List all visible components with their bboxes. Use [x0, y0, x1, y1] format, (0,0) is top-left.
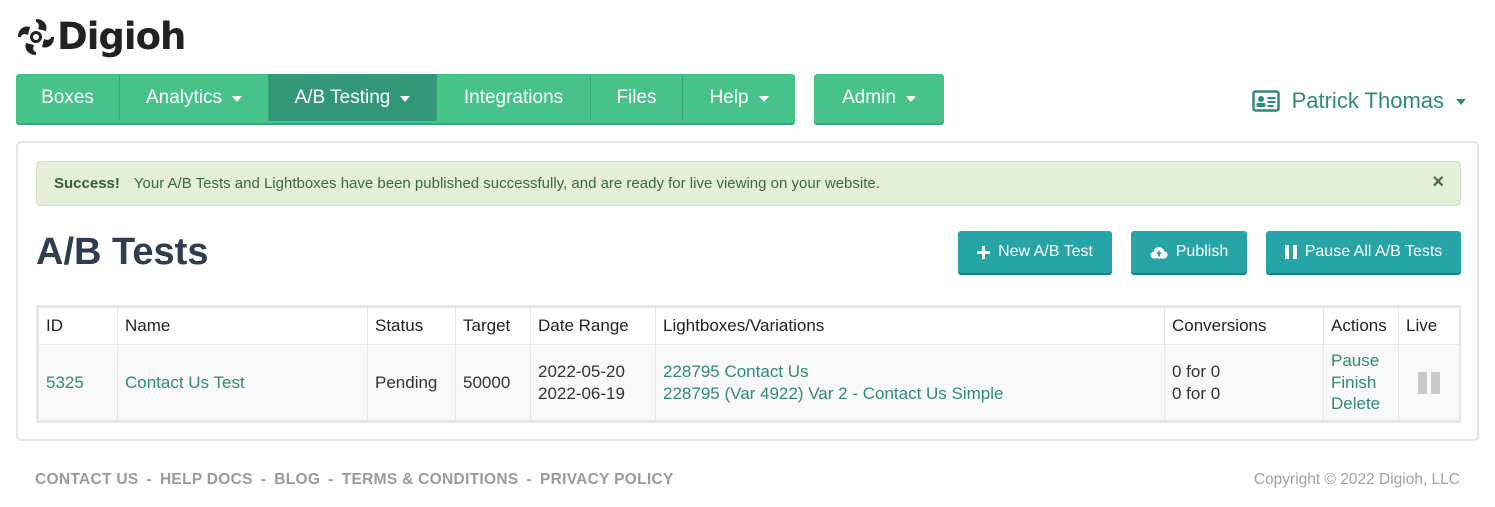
pause-all-button[interactable]: Pause All A/B Tests [1266, 231, 1461, 273]
variations: 228795 Contact Us 228795 (Var 4922) Var … [655, 344, 1165, 421]
date-start: 2022-05-20 [538, 361, 625, 381]
brand-logo[interactable]: Digioh [16, 14, 186, 60]
nav-item-label: Files [616, 86, 657, 108]
close-icon[interactable]: × [1432, 171, 1444, 194]
nav-item-integrations[interactable]: Integrations [437, 74, 591, 121]
footer-separator: - [328, 471, 334, 488]
digioh-logo-icon [18, 19, 54, 55]
ab-tests-table: ID Name Status Target Date Range Lightbo… [36, 305, 1461, 423]
row-actions: Pause Finish Delete [1323, 344, 1399, 421]
alert-message: Your A/B Tests and Lightboxes have been … [133, 175, 880, 192]
footer-separator: - [146, 471, 152, 488]
table-row: 5325 Contact Us Test Pending 50000 2022-… [38, 344, 1460, 421]
pause-icon[interactable] [1406, 371, 1452, 394]
test-name-link[interactable]: Contact Us Test [125, 373, 245, 392]
date-end: 2022-06-19 [538, 383, 625, 403]
footer-separator: - [260, 471, 267, 488]
new-ab-test-label: New A/B Test [998, 243, 1093, 260]
column-header: Conversions [1164, 307, 1324, 345]
test-id-link[interactable]: 5325 [46, 373, 84, 392]
nav-item-files[interactable]: Files [591, 74, 683, 121]
content-panel: Success! Your A/B Tests and Lightboxes h… [16, 141, 1479, 441]
pause-action-link[interactable]: Pause [1331, 350, 1391, 372]
column-header: Live [1398, 307, 1460, 345]
nav-item-help[interactable]: Help [683, 74, 795, 121]
user-menu[interactable]: Patrick Thomas [1251, 88, 1466, 114]
pause-icon [1284, 245, 1297, 259]
footer-separator: - [526, 471, 532, 488]
pause-all-label: Pause All A/B Tests [1304, 243, 1443, 260]
nav-item-analytics[interactable]: Analytics [120, 74, 269, 121]
caret-down-icon [232, 95, 243, 102]
id-card-icon [1251, 90, 1280, 112]
publish-label: Publish [1175, 243, 1229, 260]
delete-action-link[interactable]: Delete [1331, 393, 1391, 415]
conversion-value: 0 for 0 [1172, 383, 1221, 403]
footer-contact-link[interactable]: CONTACT US [35, 471, 138, 488]
variation-link[interactable]: 228795 Contact Us [663, 361, 1157, 383]
column-header: Name [117, 307, 368, 345]
alert-strong: Success! [54, 175, 120, 192]
nav-item-label: Analytics [145, 86, 223, 108]
footer-help-docs-link[interactable]: HELP DOCS [160, 471, 253, 488]
test-target: 50000 [455, 344, 531, 421]
nav-item-label: A/B Testing [294, 86, 391, 108]
footer-links: CONTACT US - HELP DOCS - BLOG - TERMS & CONDIT… [35, 471, 674, 489]
publish-button[interactable]: Publish [1131, 231, 1247, 273]
footer-blog-link[interactable]: BLOG [274, 471, 320, 488]
footer-terms-link[interactable]: TERMS & CONDITIONS [342, 471, 519, 488]
caret-down-icon [905, 95, 916, 102]
variation-link[interactable]: 228795 (Var 4922) Var 2 - Contact Us Sim… [663, 383, 1157, 405]
main-nav: Boxes Analytics A/B Testing Integrations… [16, 74, 795, 123]
test-status: Pending [367, 344, 456, 421]
caret-down-icon [1456, 99, 1466, 105]
nav-item-label: Admin [842, 86, 896, 108]
cloud-upload-icon [1150, 246, 1168, 258]
nav-item-label: Help [709, 86, 749, 108]
success-alert: Success! Your A/B Tests and Lightboxes h… [36, 161, 1461, 206]
plus-icon [977, 245, 991, 259]
nav-item-admin[interactable]: Admin [814, 74, 944, 121]
column-header: Actions [1323, 307, 1399, 345]
column-header: Date Range [530, 307, 656, 345]
column-header: Target [455, 307, 531, 345]
finish-action-link[interactable]: Finish [1331, 372, 1391, 394]
caret-down-icon [400, 95, 411, 102]
live-cell [1398, 344, 1460, 421]
caret-down-icon [758, 95, 769, 102]
column-header: Lightboxes/Variations [655, 307, 1165, 345]
conversions: 0 for 0 0 for 0 [1164, 344, 1324, 421]
nav-item-label: Integrations [463, 86, 564, 108]
nav-item-boxes[interactable]: Boxes [16, 74, 120, 121]
user-name: Patrick Thomas [1291, 88, 1444, 113]
nav-item-label: Boxes [41, 86, 94, 108]
footer-privacy-link[interactable]: PRIVACY POLICY [540, 471, 674, 488]
brand-name: Digioh [57, 15, 186, 58]
column-header: Status [367, 307, 456, 345]
conversion-value: 0 for 0 [1172, 361, 1221, 381]
nav-item-ab-testing[interactable]: A/B Testing [269, 74, 437, 121]
column-header: ID [38, 307, 118, 345]
admin-nav: Admin [814, 74, 944, 123]
table-header-row: ID Name Status Target Date Range Lightbo… [38, 307, 1460, 345]
date-range: 2022-05-20 2022-06-19 [530, 344, 656, 421]
copyright-text: Copyright © 2022 Digioh, LLC [1253, 471, 1460, 488]
new-ab-test-button[interactable]: New A/B Test [958, 231, 1112, 273]
page-title: A/B Tests [36, 231, 209, 273]
